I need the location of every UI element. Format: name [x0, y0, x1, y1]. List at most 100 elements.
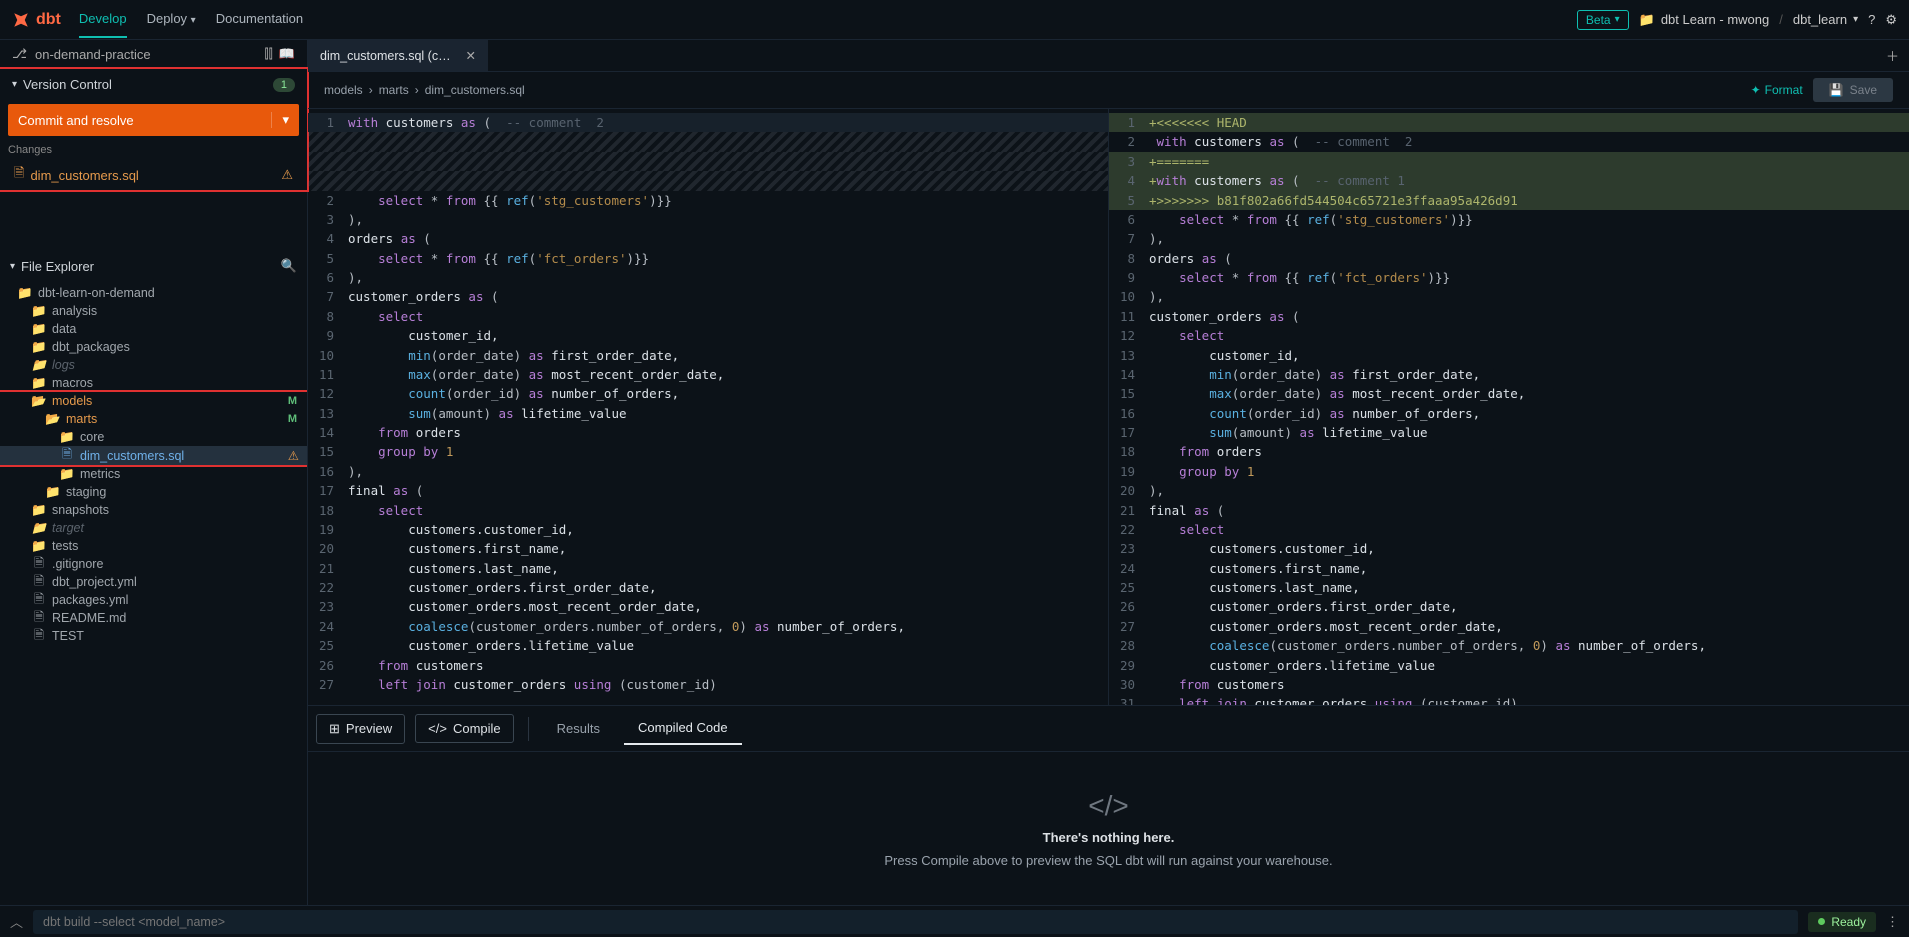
tab-compiled-code[interactable]: Compiled Code [624, 712, 742, 745]
file-icon: 🗎 [32, 611, 46, 625]
save-icon: 💾 [1829, 83, 1844, 97]
nav-links: Develop Deploy ▾ Documentation [79, 1, 303, 38]
chevron-down-icon: ▾ [1853, 14, 1858, 25]
dbt-logo-icon [12, 11, 30, 29]
folder-snapshots[interactable]: 📁snapshots [0, 501, 307, 519]
folder-icon: 📁 [32, 376, 46, 390]
compile-button[interactable]: </>Compile [415, 714, 513, 743]
folder-macros[interactable]: 📁macros [0, 374, 307, 392]
code-diff-view: 1with customers as ( -- comment 2 2 sele… [308, 109, 1909, 705]
brand-label: dbt [36, 11, 61, 29]
divider [528, 717, 529, 741]
file-icon: 🗎 [60, 449, 74, 463]
nav-deploy[interactable]: Deploy ▾ [147, 1, 196, 38]
book-open-icon[interactable]: 📖 [279, 46, 295, 62]
chevron-up-icon[interactable]: ︿ [10, 912, 23, 931]
git-branch-icon: ⎇ [12, 46, 27, 62]
crumb-file[interactable]: dim_customers.sql [425, 83, 525, 97]
folder-icon: 📁 [32, 521, 46, 535]
close-icon[interactable]: ✕ [466, 48, 476, 63]
file-gitignore[interactable]: 🗎.gitignore [0, 555, 307, 573]
search-icon[interactable]: 🔍 [281, 258, 297, 274]
file-tree: 📁dbt-learn-on-demand 📁analysis 📁data 📁db… [0, 282, 307, 647]
chevron-down-icon: ▾ [12, 79, 17, 90]
folder-icon: 📁 [32, 539, 46, 553]
project-dropdown[interactable]: dbt_learn▾ [1793, 12, 1858, 27]
file-dbt-project-yml[interactable]: 🗎dbt_project.yml [0, 573, 307, 591]
file-readme-md[interactable]: 🗎README.md [0, 609, 307, 627]
nav-documentation[interactable]: Documentation [216, 1, 303, 38]
file-packages-yml[interactable]: 🗎packages.yml [0, 591, 307, 609]
status-modified: M [288, 395, 297, 407]
table-icon: ⊞ [329, 721, 340, 737]
folder-target[interactable]: 📁target [0, 519, 307, 537]
tab-label: dim_customers.sql (confli... [320, 49, 458, 63]
file-icon: 🗎 [32, 557, 46, 571]
brand-logo[interactable]: dbt [12, 11, 61, 29]
folder-icon: 📁 [1639, 12, 1655, 28]
nav-develop[interactable]: Develop [79, 1, 127, 38]
folder-dbt-packages[interactable]: 📁dbt_packages [0, 338, 307, 356]
chevron-down-icon[interactable]: ▾ [271, 112, 289, 128]
crumb-marts[interactable]: marts [379, 83, 409, 97]
chevron-right-icon: › [415, 83, 419, 97]
file-icon: 🗎 [32, 629, 46, 643]
results-panel: ⊞Preview </>Compile Results Compiled Cod… [308, 705, 1909, 905]
settings-icon[interactable]: ⚙ [1885, 12, 1897, 28]
folder-staging[interactable]: 📁staging [0, 483, 307, 501]
folder-data[interactable]: 📁data [0, 320, 307, 338]
folder-core[interactable]: 📁core [0, 428, 307, 446]
warning-icon: ⚠ [281, 167, 293, 183]
folder-icon: 📁 [60, 430, 74, 444]
vc-change-count: 1 [273, 78, 295, 92]
folder-root[interactable]: 📁dbt-learn-on-demand [0, 284, 307, 302]
folder-marts[interactable]: 📂martsM [0, 410, 307, 428]
commit-and-resolve-button[interactable]: Commit and resolve ▾ [8, 104, 299, 136]
status-dot-icon [1818, 918, 1825, 925]
more-icon[interactable]: ⋮ [1886, 914, 1899, 930]
folder-open-icon: 📂 [46, 412, 60, 426]
empty-title: There's nothing here. [1043, 830, 1175, 845]
tab-results[interactable]: Results [543, 713, 614, 744]
tab-dim-customers[interactable]: dim_customers.sql (confli... ✕ [308, 40, 488, 71]
folder-logs[interactable]: 📁logs [0, 356, 307, 374]
file-dim-customers[interactable]: 🗎dim_customers.sql⚠ [0, 446, 307, 465]
save-button[interactable]: 💾Save [1813, 78, 1893, 102]
command-input[interactable] [33, 910, 1798, 934]
code-pane-right[interactable]: 1+<<<<<<< HEAD2 with customers as ( -- c… [1109, 109, 1909, 705]
file-explorer: ▾ File Explorer 🔍 📁dbt-learn-on-demand 📁… [0, 250, 307, 905]
branch-name[interactable]: on-demand-practice [35, 47, 151, 62]
folder-metrics[interactable]: 📁metrics [0, 465, 307, 483]
command-bar: ︿ Ready ⋮ [0, 905, 1909, 937]
folder-tests[interactable]: 📁tests [0, 537, 307, 555]
version-control-section-highlight: ▾ Version Control 1 Commit and resolve ▾… [0, 69, 307, 190]
sparkle-icon: ✦ [1751, 83, 1761, 97]
top-nav: dbt Develop Deploy ▾ Documentation Beta▾… [0, 0, 1909, 40]
folder-icon: 📁 [32, 358, 46, 372]
folder-icon: 📁 [18, 286, 32, 300]
code-pane-left[interactable]: 1with customers as ( -- comment 2 2 sele… [308, 109, 1109, 705]
preview-button[interactable]: ⊞Preview [316, 714, 405, 744]
chevron-down-icon: ▾ [10, 261, 15, 272]
file-icon: 🗎 [32, 593, 46, 607]
new-tab-button[interactable]: ＋ [1876, 40, 1909, 71]
breadcrumb-row: models › marts › dim_customers.sql ✦Form… [308, 72, 1909, 109]
help-icon[interactable]: ? [1868, 12, 1875, 27]
folder-analysis[interactable]: 📁analysis [0, 302, 307, 320]
crumb-models[interactable]: models [324, 83, 363, 97]
code-icon: </> [428, 721, 447, 736]
empty-subtitle: Press Compile above to preview the SQL d… [884, 853, 1332, 868]
chevron-down-icon: ▾ [1615, 14, 1620, 25]
version-control-header[interactable]: ▾ Version Control 1 [0, 69, 307, 100]
beta-badge[interactable]: Beta▾ [1577, 10, 1629, 30]
changed-file-item[interactable]: 🗎 dim_customers.sql ⚠ [0, 160, 307, 190]
book-icon[interactable]: ⫿⫿ [264, 46, 272, 62]
editor-area: dim_customers.sql (confli... ✕ ＋ models … [308, 40, 1909, 905]
warning-icon: ⚠ [288, 448, 299, 463]
format-button[interactable]: ✦Format [1751, 83, 1803, 97]
folder-models[interactable]: 📂modelsM [0, 392, 307, 410]
file-explorer-header[interactable]: ▾ File Explorer 🔍 [0, 250, 307, 282]
chevron-down-icon: ▾ [191, 15, 196, 26]
workspace-label[interactable]: 📁 dbt Learn - mwong [1639, 12, 1770, 28]
file-test[interactable]: 🗎TEST [0, 627, 307, 645]
